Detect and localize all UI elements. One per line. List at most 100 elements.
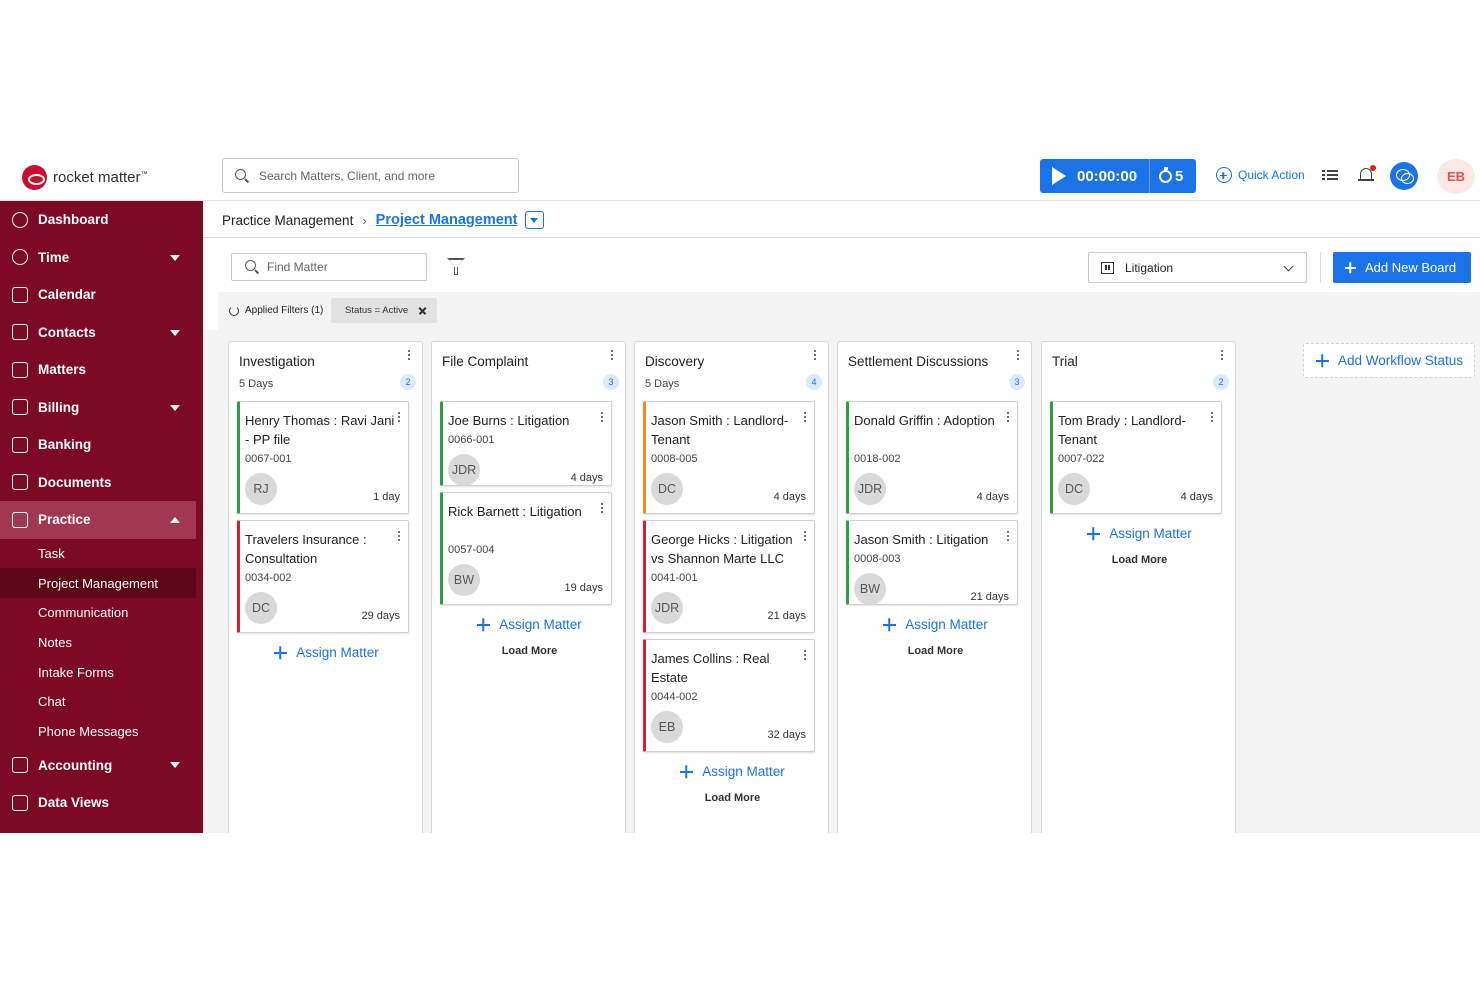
matter-name[interactable]: Henry Thomas : Ravi Jani - PP file	[245, 411, 395, 449]
sidebar-subitem-phone-messages[interactable]: Phone Messages	[0, 717, 203, 747]
matter-name[interactable]: Travelers Insurance : Consultation	[245, 530, 395, 568]
matter-card[interactable]: Jason Smith : Landlord-Tenant 0008-005 DC 4…	[643, 401, 815, 514]
close-icon[interactable]	[418, 307, 426, 315]
timers-count-button[interactable]: 5	[1159, 166, 1183, 185]
sidebar-item-matters[interactable]: Matters	[0, 351, 203, 389]
sidebar-item-documents[interactable]: Documents	[0, 464, 203, 502]
card-menu-icon[interactable]	[601, 503, 605, 515]
caret-down-icon[interactable]	[170, 329, 180, 336]
breadcrumb-current[interactable]: Project Management	[376, 212, 518, 228]
caret-down-icon[interactable]	[170, 254, 180, 261]
sidebar-item-label: Accounting	[38, 757, 113, 773]
load-more-link[interactable]: Load More	[1042, 554, 1237, 566]
sidebar-item-banking[interactable]: Banking	[0, 426, 203, 464]
matter-name[interactable]: Jason Smith : Litigation	[854, 530, 1004, 549]
matter-card[interactable]: Henry Thomas : Ravi Jani - PP file 0067-0…	[237, 401, 409, 514]
card-menu-icon[interactable]	[398, 412, 402, 424]
column-menu-icon[interactable]	[1017, 350, 1021, 362]
assign-matter-button[interactable]: Assign Matter	[838, 617, 1033, 632]
card-menu-icon[interactable]	[1211, 412, 1215, 424]
sidebar-subitem-intake-forms[interactable]: Intake Forms	[0, 657, 203, 687]
card-menu-icon[interactable]	[1007, 412, 1011, 424]
plus-icon	[477, 618, 491, 631]
chat-bubbles-icon[interactable]	[1390, 162, 1418, 190]
column-menu-icon[interactable]	[408, 350, 412, 362]
load-more-link[interactable]: Load More	[432, 645, 627, 657]
assign-matter-button[interactable]: Assign Matter	[1042, 526, 1237, 541]
matter-name[interactable]: Joe Burns : Litigation	[448, 411, 598, 430]
load-more-link[interactable]: Load More	[635, 792, 830, 804]
timer-control[interactable]: 00:00:00 5	[1040, 159, 1196, 193]
matter-name[interactable]: Tom Brady : Landlord-Tenant	[1058, 411, 1208, 449]
billing-icon	[12, 399, 28, 416]
card-menu-icon[interactable]	[804, 650, 808, 662]
caret-down-icon[interactable]	[170, 762, 180, 769]
matter-card[interactable]: Tom Brady : Landlord-Tenant 0007-022 DC 4 d…	[1050, 401, 1222, 514]
assign-matter-button[interactable]: Assign Matter	[432, 617, 627, 632]
assign-matter-button[interactable]: Assign Matter	[635, 764, 830, 779]
global-search-input[interactable]	[259, 168, 499, 183]
caret-down-icon[interactable]	[170, 404, 180, 411]
sidebar-item-calendar[interactable]: Calendar	[0, 276, 203, 314]
matter-name[interactable]: Donald Griffin : Adoption	[854, 411, 1004, 430]
matter-card[interactable]: Jason Smith : Litigation 0008-003 BW 21 day…	[846, 520, 1018, 605]
sidebar-subitem-chat[interactable]: Chat	[0, 687, 203, 717]
sidebar-item-contacts[interactable]: Contacts	[0, 314, 203, 352]
column-menu-icon[interactable]	[1221, 350, 1225, 362]
find-matter-input[interactable]	[267, 260, 417, 274]
matter-number: 0018-002	[854, 453, 901, 465]
card-menu-icon[interactable]	[601, 412, 605, 424]
sidebar-subitem-communication[interactable]: Communication	[0, 598, 203, 628]
applied-filters[interactable]: Applied Filters (1)	[229, 305, 323, 316]
add-new-board-button[interactable]: Add New Board	[1333, 252, 1471, 283]
global-search[interactable]	[222, 158, 519, 193]
assign-matter-label: Assign Matter	[1109, 526, 1192, 541]
sidebar-item-time[interactable]: Time	[0, 239, 203, 277]
card-menu-icon[interactable]	[804, 412, 808, 424]
refresh-icon[interactable]	[229, 305, 239, 316]
caret-up-icon[interactable]	[170, 517, 180, 523]
quick-action-button[interactable]: Quick Action	[1216, 167, 1305, 183]
notifications-bell-icon[interactable]	[1358, 165, 1376, 184]
filter-chip-status[interactable]: Status = Active	[331, 298, 437, 323]
sidebar-item-data-views[interactable]: Data Views	[0, 784, 203, 822]
matter-card[interactable]: Joe Burns : Litigation 0066-001 JDR 4 days	[440, 401, 612, 486]
task-list-icon[interactable]	[1322, 168, 1338, 182]
breadcrumb-parent[interactable]: Practice Management	[222, 213, 353, 228]
matter-card[interactable]: Rick Barnett : Litigation 0057-004 BW 19 da…	[440, 492, 612, 605]
assign-matter-button[interactable]: Assign Matter	[229, 645, 424, 660]
board-menu-dropdown-icon[interactable]	[524, 211, 544, 229]
column-menu-icon[interactable]	[611, 350, 615, 362]
chevron-right-icon: ›	[362, 212, 367, 228]
user-avatar[interactable]: EB	[1437, 159, 1475, 194]
card-menu-icon[interactable]	[398, 531, 402, 543]
add-workflow-status-button[interactable]: Add Workflow Status	[1303, 343, 1475, 378]
sidebar-subitem-project-management[interactable]: Project Management	[0, 568, 196, 598]
matter-card[interactable]: George Hicks : Litigation vs Shannon Mar…	[643, 520, 815, 633]
sidebar-subitem-task[interactable]: Task	[0, 539, 203, 569]
timer-divider	[1149, 159, 1150, 193]
load-more-link[interactable]: Load More	[838, 645, 1033, 657]
matter-name[interactable]: James Collins : Real Estate	[651, 649, 801, 687]
top-bar: rocket matter™ 00:00:00 5 Quick Action E…	[0, 155, 1480, 201]
play-icon[interactable]	[1052, 167, 1066, 185]
matter-card[interactable]: Travelers Insurance : Consultation 0034-0…	[237, 520, 409, 633]
sidebar-item-accounting[interactable]: Accounting	[0, 746, 203, 784]
board-select[interactable]: Litigation	[1088, 252, 1307, 283]
logo[interactable]: rocket matter™	[22, 164, 148, 190]
applied-filters-label: Applied Filters (1)	[245, 305, 324, 316]
matter-name[interactable]: Jason Smith : Landlord-Tenant	[651, 411, 801, 449]
matter-name[interactable]: Rick Barnett : Litigation	[448, 502, 598, 521]
sidebar-item-practice[interactable]: Practice	[0, 501, 196, 539]
matter-card[interactable]: James Collins : Real Estate 0044-002 EB 32 …	[643, 639, 815, 752]
card-menu-icon[interactable]	[1007, 531, 1011, 543]
card-menu-icon[interactable]	[804, 531, 808, 543]
sidebar-item-dashboard[interactable]: Dashboard	[0, 201, 203, 239]
find-matter[interactable]	[231, 253, 427, 281]
matter-age: 4 days	[1180, 491, 1213, 503]
matter-card[interactable]: Donald Griffin : Adoption 0018-002 JDR 4 da…	[846, 401, 1018, 514]
column-menu-icon[interactable]	[814, 350, 818, 362]
sidebar-item-billing[interactable]: Billing	[0, 389, 203, 427]
matter-name[interactable]: George Hicks : Litigation vs Shannon Mar…	[651, 530, 801, 568]
sidebar-subitem-notes[interactable]: Notes	[0, 628, 203, 658]
